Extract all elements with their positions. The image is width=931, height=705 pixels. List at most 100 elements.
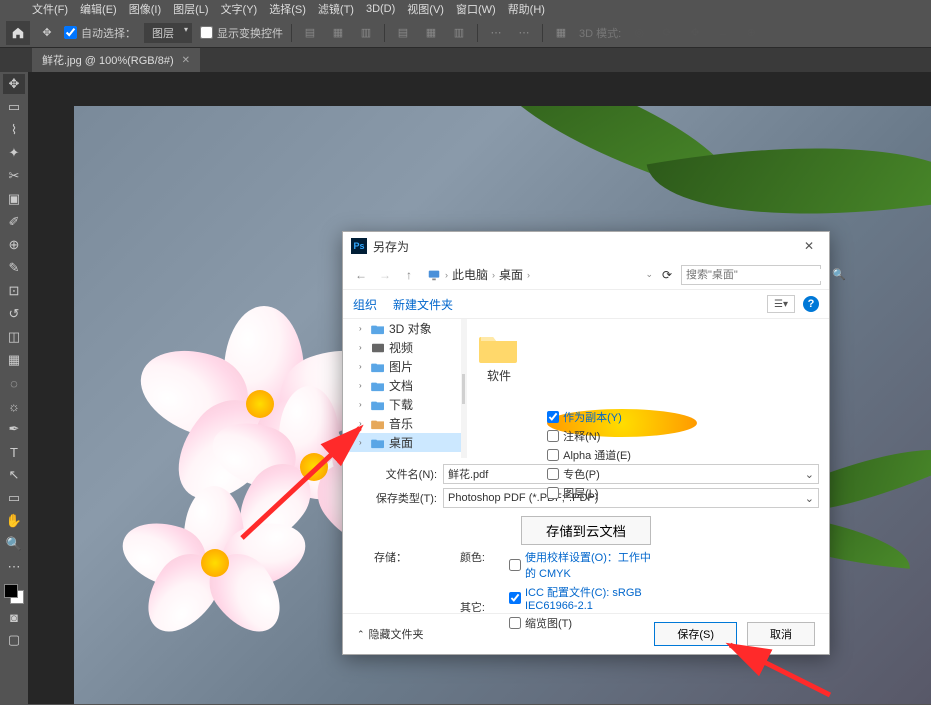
search-input[interactable]: 🔍: [681, 265, 821, 285]
home-button[interactable]: [6, 21, 30, 45]
quick-select-tool[interactable]: ✦: [3, 143, 25, 163]
color-swatches[interactable]: [4, 584, 24, 604]
nav-up-button[interactable]: ↑: [399, 268, 419, 282]
nav-forward-button[interactable]: →: [375, 268, 395, 282]
annotations-checkbox[interactable]: 注释(N): [547, 428, 697, 444]
align-center-v-icon[interactable]: ▦: [421, 23, 441, 43]
menu-image[interactable]: 图像(I): [125, 1, 165, 17]
search-field[interactable]: [686, 269, 828, 281]
menu-window[interactable]: 窗口(W): [452, 1, 500, 17]
breadcrumb[interactable]: › 此电脑 › 桌面 › ⌄: [423, 266, 653, 283]
menu-help[interactable]: 帮助(H): [504, 1, 549, 17]
refresh-button[interactable]: ⟳: [657, 268, 677, 282]
lasso-tool[interactable]: ⌇: [3, 120, 25, 140]
help-button[interactable]: ?: [803, 296, 819, 312]
organize-button[interactable]: 组织: [353, 296, 377, 313]
eraser-tool[interactable]: ◫: [3, 327, 25, 347]
tree-item-videos[interactable]: ›视频: [343, 338, 461, 357]
save-options-label: 存储：: [353, 549, 413, 565]
as-copy-checkbox[interactable]: 作为副本(Y): [547, 409, 697, 425]
screen-mode-tool[interactable]: ▢: [3, 630, 25, 650]
menu-file[interactable]: 文件(F): [28, 1, 72, 17]
auto-select-target-dropdown[interactable]: 图层: [144, 23, 192, 43]
menu-view[interactable]: 视图(V): [403, 1, 448, 17]
close-tab-icon[interactable]: ✕: [182, 55, 190, 66]
distribute-h-icon[interactable]: ⋯: [486, 23, 506, 43]
quick-mask-tool[interactable]: ◙: [3, 607, 25, 627]
pen-tool[interactable]: ✒: [3, 419, 25, 439]
eyedropper-tool[interactable]: ✐: [3, 212, 25, 232]
crop-tool[interactable]: ✂: [3, 166, 25, 186]
auto-select-checkbox[interactable]: 自动选择：: [64, 25, 136, 41]
cancel-button[interactable]: 取消: [747, 622, 815, 646]
icc-profile-checkbox[interactable]: ICC 配置文件(C): sRGB IEC61966-2.1: [509, 584, 655, 612]
menu-filter[interactable]: 滤镜(T): [314, 1, 358, 17]
edit-toolbar[interactable]: ⋯: [3, 557, 25, 577]
distribute-icon[interactable]: ▦: [551, 23, 571, 43]
dialog-close-button[interactable]: ✕: [797, 239, 821, 253]
zoom-3d-icon: ⊕: [741, 23, 761, 43]
shape-tool[interactable]: ▭: [3, 488, 25, 508]
frame-tool[interactable]: ▣: [3, 189, 25, 209]
folder-icon: [479, 331, 519, 365]
view-mode-button[interactable]: ☰▾: [767, 295, 795, 313]
clone-tool[interactable]: ⊡: [3, 281, 25, 301]
blur-tool[interactable]: ◌: [3, 373, 25, 393]
document-tab-bar: 鲜花.jpg @ 100%(RGB/8#) ✕: [0, 48, 931, 72]
save-button[interactable]: 保存(S): [654, 622, 737, 646]
gradient-tool[interactable]: ▦: [3, 350, 25, 370]
align-bottom-icon[interactable]: ▥: [449, 23, 469, 43]
align-center-h-icon[interactable]: ▦: [328, 23, 348, 43]
healing-tool[interactable]: ⊕: [3, 235, 25, 255]
move-tool[interactable]: ✥: [3, 74, 25, 94]
tree-item-documents[interactable]: ›文档: [343, 376, 461, 395]
new-folder-button[interactable]: 新建文件夹: [393, 296, 453, 313]
tree-item-downloads[interactable]: ›下载: [343, 395, 461, 414]
tree-item-pictures[interactable]: ›图片: [343, 357, 461, 376]
search-icon: 🔍: [832, 268, 846, 281]
alpha-checkbox[interactable]: Alpha 通道(E): [547, 447, 697, 463]
filename-label: 文件名(N):: [353, 466, 443, 482]
menu-layer[interactable]: 图层(L): [169, 1, 212, 17]
show-transform-controls-checkbox[interactable]: 显示变换控件: [200, 25, 283, 41]
menu-select[interactable]: 选择(S): [265, 1, 310, 17]
menu-3d[interactable]: 3D(D): [362, 3, 399, 15]
document-tab[interactable]: 鲜花.jpg @ 100%(RGB/8#) ✕: [32, 48, 200, 72]
move-tool-icon: ✥: [38, 24, 56, 42]
breadcrumb-item[interactable]: 桌面: [499, 266, 523, 283]
brush-tool[interactable]: ✎: [3, 258, 25, 278]
layers-checkbox[interactable]: 图层(L): [547, 485, 697, 501]
align-top-icon[interactable]: ▤: [393, 23, 413, 43]
tree-splitter[interactable]: [461, 319, 467, 458]
spot-checkbox[interactable]: 专色(P): [547, 466, 697, 482]
path-select-tool[interactable]: ↖: [3, 465, 25, 485]
more-options-icon[interactable]: ⋯: [514, 23, 534, 43]
foreground-color-swatch[interactable]: [4, 584, 18, 598]
align-right-icon[interactable]: ▥: [356, 23, 376, 43]
hand-tool[interactable]: ✋: [3, 511, 25, 531]
dialog-title-bar[interactable]: Ps 另存为 ✕: [343, 232, 829, 260]
breadcrumb-dropdown-icon[interactable]: ⌄: [645, 269, 653, 280]
use-proof-checkbox[interactable]: 使用校样设置(O)：工作中的 CMYK: [509, 549, 655, 581]
mode-3d-label: 3D 模式:: [579, 25, 621, 41]
type-tool[interactable]: T: [3, 442, 25, 462]
tree-item-3d-objects[interactable]: ›3D 对象: [343, 319, 461, 338]
nav-back-button[interactable]: ←: [351, 268, 371, 282]
marquee-tool[interactable]: ▭: [3, 97, 25, 117]
dodge-tool[interactable]: ☼: [3, 396, 25, 416]
zoom-tool[interactable]: 🔍: [3, 534, 25, 554]
history-brush-tool[interactable]: ↺: [3, 304, 25, 324]
menu-edit[interactable]: 编辑(E): [76, 1, 121, 17]
menu-bar: 文件(F) 编辑(E) 图像(I) 图层(L) 文字(Y) 选择(S) 滤镜(T…: [0, 0, 931, 18]
folder-tree[interactable]: ›3D 对象 ›视频 ›图片 ›文档 ›下载 ›音乐 ›桌面: [343, 319, 461, 458]
folder-item[interactable]: 软件: [475, 327, 523, 388]
tree-item-music[interactable]: ›音乐: [343, 414, 461, 433]
chevron-down-icon: ⌃: [357, 629, 365, 640]
tree-item-desktop[interactable]: ›桌面: [343, 433, 461, 452]
align-left-icon[interactable]: ▤: [300, 23, 320, 43]
save-to-cloud-button[interactable]: 存储到云文档: [521, 516, 651, 545]
breadcrumb-item[interactable]: 此电脑: [452, 266, 488, 283]
folder-label: 软件: [487, 367, 511, 384]
hide-folders-button[interactable]: ⌃隐藏文件夹: [357, 626, 424, 642]
menu-type[interactable]: 文字(Y): [217, 1, 262, 17]
